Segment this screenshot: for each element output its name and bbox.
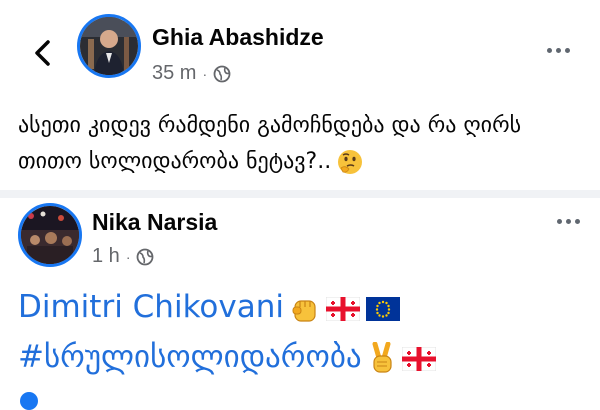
like-reaction-icon: [20, 392, 38, 410]
hashtag-link[interactable]: #სრულისოლიდარობა: [18, 339, 362, 375]
more-options-button[interactable]: [557, 219, 580, 224]
victory-hand-icon: [372, 341, 392, 373]
shared-post-text: Dimitri Chikovani #სრულისოლიდარობა: [18, 282, 588, 382]
raised-fist-icon: [292, 299, 316, 322]
post-time[interactable]: 1 h: [92, 245, 120, 268]
post-time[interactable]: 35 m: [152, 62, 196, 85]
author-name[interactable]: Ghia Abashidze: [152, 24, 324, 51]
dot: [575, 219, 580, 224]
post-text-line-2-content: თითო სოლიდარობა ნეტავ?..: [18, 149, 332, 174]
globe-icon: [213, 65, 231, 82]
shared-line-1: Dimitri Chikovani: [18, 282, 588, 332]
mention-dimitri-chikovani[interactable]: Dimitri Chikovani: [18, 289, 284, 325]
avatar-photo-ghia: [80, 17, 138, 75]
georgia-flag-icon: [401, 346, 436, 371]
georgia-flag-icon: [325, 296, 360, 321]
author-name[interactable]: Nika Narsia: [92, 209, 217, 236]
avatar[interactable]: [18, 203, 82, 267]
chevron-left-icon: [35, 40, 50, 66]
dot: [556, 48, 561, 53]
shared-line-2: #სრულისოლიდარობა: [18, 332, 588, 382]
post-meta: 1 h ·: [92, 245, 154, 268]
meta-separator: ·: [125, 248, 131, 265]
back-button[interactable]: [28, 36, 56, 70]
avatar-photo-nika: [21, 206, 79, 264]
post-header-ghia: Ghia Abashidze 35 m ·: [0, 0, 600, 100]
dot: [565, 48, 570, 53]
post-text-line-1: ასეთი კიდევ რამდენი გამოჩნდება და რა ღირ…: [18, 113, 522, 138]
post-header-nika: Nika Narsia 1 h ·: [0, 195, 600, 295]
post-meta: 35 m ·: [152, 62, 231, 85]
eu-flag-icon: [365, 296, 400, 321]
post-text: ასეთი კიდევ რამდენი გამოჩნდება და რა ღირ…: [18, 108, 578, 180]
globe-icon: [137, 248, 154, 265]
meta-separator: ·: [202, 65, 208, 82]
avatar[interactable]: [77, 14, 141, 78]
dot: [566, 219, 571, 224]
dot: [557, 219, 562, 224]
thinking-face-icon: [338, 150, 363, 174]
more-options-button[interactable]: [547, 48, 570, 53]
dot: [547, 48, 552, 53]
post-text-line-2: თითო სოლიდარობა ნეტავ?..: [18, 144, 578, 180]
